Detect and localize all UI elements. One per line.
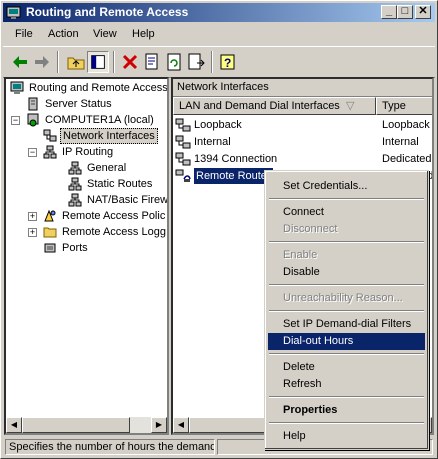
interface-icon <box>175 118 191 132</box>
forward-arrow-icon[interactable] <box>31 51 53 73</box>
tree-pane: Routing and Remote Access Server Status … <box>4 77 169 435</box>
menu-item-disconnect[interactable]: Disconnect <box>268 221 425 238</box>
menu-item-set-credentials[interactable]: Set Credentials... <box>268 178 425 195</box>
status-text: Specifies the number of hours the demand… <box>5 439 215 455</box>
toolbar-separator <box>113 51 115 73</box>
scroll-thumb[interactable] <box>22 417 130 433</box>
folder-icon <box>43 227 57 238</box>
pane-title: Network Interfaces <box>173 79 432 97</box>
menu-item-disable[interactable]: Disable <box>268 264 425 281</box>
table-row[interactable]: Internal Internal <box>175 134 432 150</box>
demand-dial-icon <box>175 169 191 182</box>
menu-help[interactable]: Help <box>132 28 155 40</box>
refresh-icon[interactable] <box>163 51 185 73</box>
menu-item-delete[interactable]: Delete <box>268 359 425 376</box>
back-arrow-icon[interactable] <box>9 51 31 73</box>
collapse-toggle-computer[interactable]: − <box>11 116 20 125</box>
ports-icon <box>44 243 56 253</box>
context-menu: Set Credentials... Connect Disconnect En… <box>264 170 429 450</box>
routing-node-icon <box>68 161 82 175</box>
menu-item-set-ip-demand-dial-filters[interactable]: Set IP Demand-dial Filters <box>268 316 425 333</box>
menu-separator <box>269 198 424 200</box>
table-row[interactable]: Loopback Loopback <box>175 117 432 133</box>
menu-item-refresh[interactable]: Refresh <box>268 376 425 393</box>
menu-action[interactable]: Action <box>48 28 79 40</box>
collapse-toggle-ip-routing[interactable]: − <box>28 148 37 157</box>
show-tree-icon[interactable] <box>87 51 109 73</box>
menu-item-properties[interactable]: Properties <box>268 402 425 419</box>
sort-arrow-icon: ▽ <box>346 100 355 112</box>
menu-item-enable[interactable]: Enable <box>268 247 425 264</box>
menu-separator <box>269 284 424 286</box>
menu-separator <box>269 310 424 312</box>
menu-file[interactable]: File <box>15 28 33 40</box>
delete-icon[interactable] <box>119 51 141 73</box>
toolbar: ? <box>3 46 435 78</box>
menu-view[interactable]: View <box>93 28 117 40</box>
tree-root-label: Routing and Remote Access <box>29 82 168 94</box>
menu-item-dial-out-hours[interactable]: Dial-out Hours <box>268 333 425 350</box>
menu-item-unreachability-reason[interactable]: Unreachability Reason... <box>268 290 425 307</box>
tree-horizontal-scrollbar[interactable]: ◀ ▶ <box>6 417 167 433</box>
scroll-left-arrow-icon[interactable]: ◀ <box>6 417 22 433</box>
network-interfaces-icon <box>43 129 57 142</box>
server-status-icon <box>28 97 38 111</box>
expand-toggle-logging[interactable]: + <box>28 228 37 237</box>
export-list-icon[interactable] <box>185 51 207 73</box>
menu-bar: File Action View Help <box>3 25 435 44</box>
window-title: Routing and Remote Access <box>26 5 189 19</box>
table-row[interactable]: 1394 Connection Dedicated <box>175 151 432 167</box>
menu-item-connect[interactable]: Connect <box>268 204 425 221</box>
menu-separator <box>269 422 424 424</box>
scroll-right-arrow-icon[interactable]: ▶ <box>151 417 167 433</box>
close-button[interactable]: ✕ <box>415 5 431 19</box>
policy-icon <box>44 209 56 222</box>
menu-separator <box>269 241 424 243</box>
interface-icon <box>175 135 191 149</box>
up-folder-icon[interactable] <box>65 51 87 73</box>
interface-icon <box>175 152 191 166</box>
toolbar-separator <box>211 51 213 73</box>
column-header-interfaces[interactable]: LAN and Demand Dial Interfaces ▽ <box>173 97 376 115</box>
routing-root-icon <box>10 81 24 94</box>
help-icon[interactable]: ? <box>217 51 239 73</box>
column-header-type[interactable]: Type <box>376 97 432 115</box>
toolbar-separator <box>57 51 59 73</box>
routing-app-icon[interactable] <box>6 5 21 20</box>
ip-routing-icon <box>43 145 57 159</box>
maximize-button[interactable]: □ <box>397 5 413 19</box>
menu-separator <box>269 353 424 355</box>
routing-node-icon <box>68 177 82 191</box>
title-bar[interactable]: Routing and Remote Access _ □ ✕ <box>3 3 435 22</box>
menu-separator <box>269 396 424 398</box>
expand-toggle-policies[interactable]: + <box>28 212 37 221</box>
properties-icon[interactable] <box>141 51 163 73</box>
svg-text:?: ? <box>224 56 231 70</box>
minimize-button[interactable]: _ <box>381 5 397 19</box>
routing-node-icon <box>68 193 82 207</box>
server-running-icon <box>27 113 39 127</box>
scroll-left-arrow-icon[interactable]: ◀ <box>173 417 189 433</box>
menu-item-help[interactable]: Help <box>268 428 425 445</box>
